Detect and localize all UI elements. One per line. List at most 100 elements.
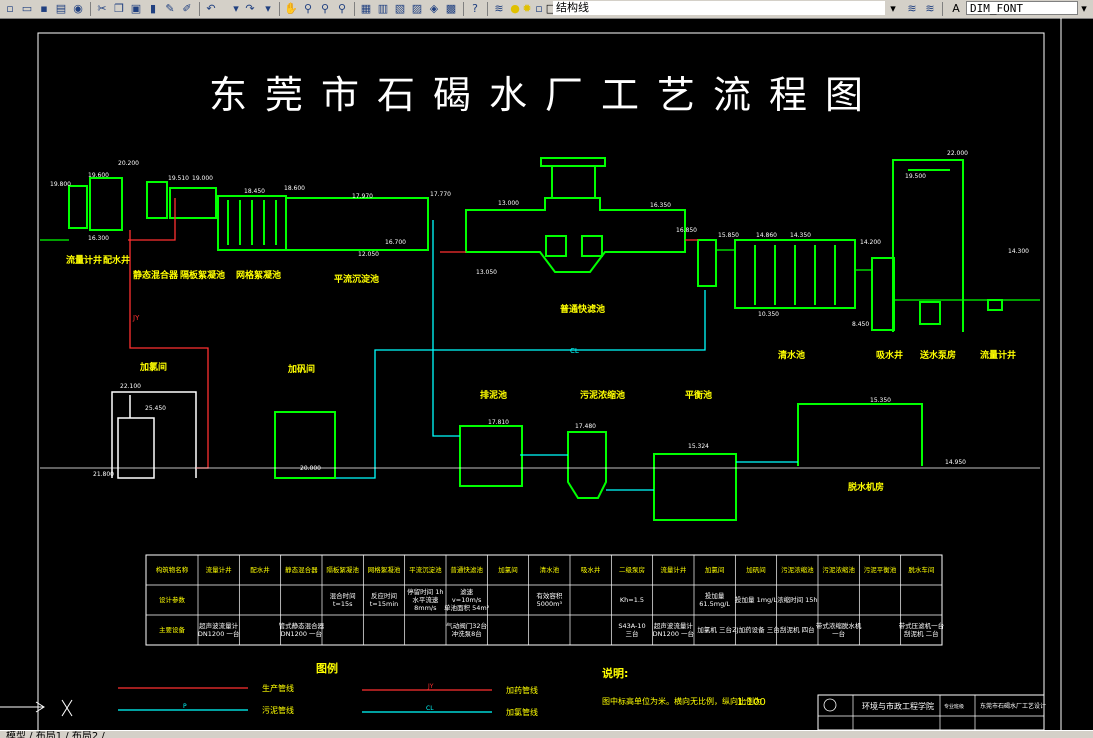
flow-meter-well-1: [68, 185, 88, 229]
table-cell: 投加量 1mg/L: [735, 595, 777, 604]
drawing-title: 东莞市石碣水厂工艺流程图: [209, 73, 881, 117]
unit-label-flow-meter-well: 流量计井: [66, 254, 102, 266]
table-row-label: 设计参数: [159, 595, 186, 604]
make-object-layer-current-icon[interactable]: ≋: [904, 1, 920, 16]
legend: 生产管线 JY 加药管线 P 污泥管线 CL 加氯管线: [118, 683, 538, 717]
elevation: 22.100: [120, 383, 141, 390]
notes-scale: 1:100: [737, 697, 766, 708]
elevation: 14.950: [945, 459, 966, 466]
legend-code-dosing: JY: [427, 683, 434, 690]
elevation-labels: 19.800 19.600 20.200 16.300 19.510 19.00…: [50, 150, 1029, 478]
table-cell: S43A-10: [618, 622, 645, 630]
table-header-cell: 隔板絮凝池: [326, 565, 359, 574]
title-block-institute: 环境与市政工程学院: [862, 701, 934, 711]
flow-meter-well-2: [987, 299, 1003, 311]
unit-label-baffle-flocculator: 隔板絮凝池: [180, 269, 225, 281]
elevation: 17.770: [430, 191, 451, 198]
zoom-realtime-icon[interactable]: ⚲: [300, 1, 316, 16]
block-editor-icon[interactable]: ✐: [179, 1, 195, 16]
elevation: 16.700: [385, 239, 406, 246]
table-cell: 投加量: [705, 591, 725, 600]
open-file-icon[interactable]: ▭: [19, 1, 35, 16]
calculator-icon[interactable]: ▩: [443, 1, 459, 16]
layer-previous-icon[interactable]: ≋: [922, 1, 938, 16]
zoom-previous-icon[interactable]: ⚲: [334, 1, 350, 16]
unit-label-pump-house: 送水泵房: [919, 349, 956, 361]
elevation: 19.600: [88, 172, 109, 179]
redo-icon[interactable]: ↷: [242, 1, 258, 16]
table-cell: 带式浓缩脱水机: [816, 621, 862, 630]
redo-dropdown-icon[interactable]: ▾: [260, 1, 276, 16]
static-mixer: [146, 181, 168, 219]
paste-icon[interactable]: ▣: [128, 1, 144, 16]
plot-preview-icon[interactable]: ◉: [70, 1, 86, 16]
layer-name: 结构线: [556, 1, 589, 14]
drawing-canvas[interactable]: 东莞市石碣水厂工艺流程图 JY CL 19.800 19.600 20.200 …: [0, 18, 1093, 730]
layer-dropdown-arrow-icon[interactable]: ▾: [885, 1, 901, 16]
autocad-toolbar: ▫ ▭ ▪ ▤ ◉ ✂ ❐ ▣ ▮ ✎ ✐ ↶ ▾ ↷ ▾ ✋ ⚲ ⚲ ⚲ ▦ …: [0, 0, 1093, 19]
sludge-transfer-pipe: [520, 454, 798, 491]
table-header-cell: 污泥平衡池: [864, 565, 897, 574]
unit-label-alum-house: 加矾间: [287, 363, 315, 375]
undo-icon[interactable]: ↶: [203, 1, 219, 16]
table-cell: t=15min: [370, 600, 399, 608]
table-header-cell: 加矾间: [746, 565, 766, 574]
table-cell: 刮泥机 四台: [780, 625, 815, 634]
table-header-cell: 污泥浓缩池: [822, 565, 855, 574]
elevation: 16.300: [88, 235, 109, 242]
title-block-drawing-name: 东莞市石碣水厂工艺设计: [980, 702, 1046, 710]
design-center-icon[interactable]: ▥: [375, 1, 391, 16]
elevation: 8.450: [852, 321, 869, 328]
table-cell: 有效容积: [536, 591, 563, 600]
unit-label-balance-tank: 平衡池: [685, 389, 712, 401]
elevation: 10.350: [758, 311, 779, 318]
dimstyle-dropdown[interactable]: DIM_FONT: [966, 1, 1078, 15]
sludge-thickener: [567, 431, 607, 499]
help-icon[interactable]: ?: [467, 1, 483, 16]
pan-icon[interactable]: ✋: [283, 1, 299, 16]
unit-label-dewatering-house: 脱水机房: [848, 481, 884, 493]
unit-label-sludge-thickener: 污泥浓缩池: [580, 389, 625, 401]
new-file-icon[interactable]: ▫: [2, 1, 18, 16]
elevation: 13.000: [498, 200, 519, 207]
properties-icon[interactable]: ▦: [358, 1, 374, 16]
sheet-set-icon[interactable]: ▨: [409, 1, 425, 16]
unit-label-static-mixer: 静态混合器: [133, 269, 179, 281]
copy-icon[interactable]: ❐: [111, 1, 127, 16]
elevation: 14.860: [756, 232, 777, 239]
elevation: 13.050: [476, 269, 497, 276]
elevation: 14.200: [860, 239, 881, 246]
legend-label-sludge: 污泥管线: [262, 705, 294, 715]
elevation: 19.500: [905, 173, 926, 180]
layer-manager-icon[interactable]: ≋: [491, 1, 507, 16]
unit-label-suction-well: 吸水井: [876, 349, 903, 361]
table-cell: 61.5mg/L: [699, 600, 730, 608]
table-cell: 管式静态混合器: [279, 621, 325, 630]
dimstyle-dropdown-arrow-icon[interactable]: ▾: [1076, 1, 1092, 16]
brush-icon[interactable]: ✎: [162, 1, 178, 16]
table-header-cell: 加氯间: [498, 565, 518, 574]
match-properties-icon[interactable]: ▮: [145, 1, 161, 16]
tool-palettes-icon[interactable]: ▧: [392, 1, 408, 16]
print-icon[interactable]: ▤: [53, 1, 69, 16]
table-cell: 三台: [626, 629, 639, 638]
unit-label-rapid-filter: 普通快滤池: [560, 303, 605, 315]
unit-label-flow-meter-well-2: 流量计井: [980, 349, 1016, 361]
table-header-cell: 流量计井: [660, 565, 687, 574]
text-style-icon[interactable]: A: [948, 1, 964, 16]
save-icon[interactable]: ▪: [36, 1, 52, 16]
legend-code-chlorine: CL: [426, 705, 434, 712]
elevation: 12.050: [358, 251, 379, 258]
legend-label-process: 生产管线: [262, 683, 294, 693]
elevation: 17.970: [352, 193, 373, 200]
unit-label-clear-water-tank: 清水池: [778, 349, 805, 361]
layer-dropdown[interactable]: 结构线: [553, 1, 885, 15]
elevation: 15.350: [870, 397, 891, 404]
cut-icon[interactable]: ✂: [94, 1, 110, 16]
zoom-window-icon[interactable]: ⚲: [317, 1, 333, 16]
markup-icon[interactable]: ◈: [426, 1, 442, 16]
table-cell: 气动阀门32台: [446, 621, 487, 630]
table-cell: DN1200 一台: [653, 629, 694, 638]
table-cell: Kh=1.5: [620, 596, 644, 604]
table-header-cell: 污泥浓缩池: [781, 565, 814, 574]
